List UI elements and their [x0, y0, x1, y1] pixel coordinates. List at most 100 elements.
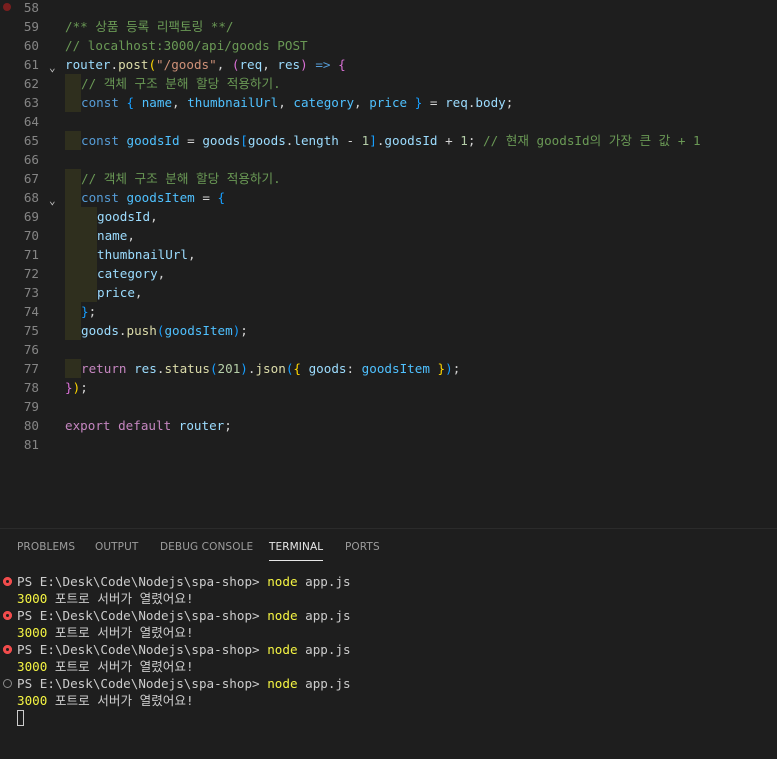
code-text: const goodsId = goods[goods.length - 1].…	[81, 133, 701, 148]
line-number: 67	[23, 171, 39, 186]
code-line[interactable]: 78 });	[0, 378, 777, 397]
code-line[interactable]: 72 category,	[0, 264, 777, 283]
gutter: 81	[0, 435, 70, 454]
code-line[interactable]: 61 ⌄ router.post("/goods", (req, res) =>…	[0, 55, 777, 74]
tab-output[interactable]: OUTPUT	[95, 541, 138, 553]
indent-guide	[81, 283, 97, 302]
code-line[interactable]: 74 };	[0, 302, 777, 321]
code-line[interactable]: 68 ⌄ const goodsItem = {	[0, 188, 777, 207]
gutter: 75	[0, 321, 70, 340]
code-line[interactable]: 81	[0, 435, 777, 454]
line-number: 70	[23, 228, 39, 243]
indent-guide	[81, 264, 97, 283]
code-line[interactable]: 59 /** 상품 등록 리팩토링 **/	[0, 17, 777, 36]
gutter: 62	[0, 74, 70, 93]
gutter: 66	[0, 150, 70, 169]
gutter: 74	[0, 302, 70, 321]
line-number: 71	[23, 247, 39, 262]
gutter: 70	[0, 226, 70, 245]
line-number: 65	[23, 133, 39, 148]
code-text: price,	[97, 285, 143, 300]
tab-debug-console[interactable]: DEBUG CONSOLE	[160, 541, 253, 553]
code-line[interactable]: 73 price,	[0, 283, 777, 302]
line-number: 68	[23, 190, 39, 205]
tab-terminal[interactable]: TERMINAL	[269, 541, 324, 561]
panel-tabs: PROBLEMS OUTPUT DEBUG CONSOLE TERMINAL P…	[0, 529, 777, 565]
gutter: 63	[0, 93, 70, 112]
gutter: 69	[0, 207, 70, 226]
gutter: 58	[0, 0, 70, 17]
indent-guide	[65, 245, 81, 264]
line-number: 76	[23, 342, 39, 357]
line-number: 59	[23, 19, 39, 34]
code-line[interactable]: 79	[0, 397, 777, 416]
code-comment: /** 상품 등록 리팩토링 **/	[65, 19, 234, 34]
line-number: 63	[23, 95, 39, 110]
code-line[interactable]: 64	[0, 112, 777, 131]
code-line[interactable]: 67 // 객체 구조 분해 할당 적용하기.	[0, 169, 777, 188]
code-text: thumbnailUrl,	[97, 247, 196, 262]
indent-guide	[81, 207, 97, 226]
indent-guide	[65, 264, 81, 283]
tab-ports[interactable]: PORTS	[345, 541, 380, 553]
code-line[interactable]: 62 // 객체 구조 분해 할당 적용하기.	[0, 74, 777, 93]
code-line[interactable]: 71 thumbnailUrl,	[0, 245, 777, 264]
gutter: 59	[0, 17, 70, 36]
code-line[interactable]: 63 const { name, thumbnailUrl, category,…	[0, 93, 777, 112]
terminal-cursor	[17, 710, 24, 726]
code-line[interactable]: 58	[0, 0, 777, 17]
code-text: const { name, thumbnailUrl, category, pr…	[81, 95, 514, 110]
line-number: 62	[23, 76, 39, 91]
code-line[interactable]: 76	[0, 340, 777, 359]
line-number: 77	[23, 361, 39, 376]
indent-guide	[65, 207, 81, 226]
line-number: 75	[23, 323, 39, 338]
terminal-prompt-line: PS E:\Desk\Code\Nodejs\spa-shop> node ap…	[0, 641, 777, 658]
code-line[interactable]: 65 const goodsId = goods[goods.length - …	[0, 131, 777, 150]
gutter: 77	[0, 359, 70, 378]
code-line[interactable]: 77 return res.status(201).json({ goods: …	[0, 359, 777, 378]
gutter: 61 ⌄	[0, 55, 70, 74]
tab-problems[interactable]: PROBLEMS	[17, 541, 75, 553]
gutter: 65	[0, 131, 70, 150]
line-number: 74	[23, 304, 39, 319]
code-line[interactable]: 80 export default router;	[0, 416, 777, 435]
indent-guide	[65, 226, 81, 245]
terminal-output-line: 3000 포트로 서버가 열렸어요!	[17, 693, 194, 708]
indent-guide	[65, 188, 81, 207]
code-comment: // 객체 구조 분해 할당 적용하기.	[81, 171, 281, 186]
gutter: 78	[0, 378, 70, 397]
gutter: 76	[0, 340, 70, 359]
gutter: 80	[0, 416, 70, 435]
code-text: goodsId,	[97, 209, 158, 224]
indent-guide	[65, 321, 81, 340]
gutter: 72	[0, 264, 70, 283]
command-failed-icon[interactable]	[3, 577, 12, 586]
line-number: 79	[23, 399, 39, 414]
command-failed-icon[interactable]	[3, 611, 12, 620]
code-line[interactable]: 66	[0, 150, 777, 169]
code-text: router.post("/goods", (req, res) => {	[65, 57, 346, 72]
indent-guide	[65, 93, 81, 112]
command-running-icon[interactable]	[3, 679, 12, 688]
code-editor[interactable]: 58 59 /** 상품 등록 리팩토링 **/ 60 // localhost…	[0, 0, 777, 528]
code-text: const goodsItem = {	[81, 190, 226, 205]
terminal-output-line: 3000 포트로 서버가 열렸어요!	[17, 591, 194, 606]
breakpoint-hint-icon[interactable]	[3, 3, 11, 11]
indent-guide	[65, 283, 81, 302]
gutter: 60	[0, 36, 70, 55]
code-text: goods.push(goodsItem);	[81, 323, 248, 338]
indent-guide	[65, 302, 81, 321]
code-text: };	[81, 304, 97, 319]
code-text: return res.status(201).json({ goods: goo…	[81, 361, 461, 376]
terminal-prompt-line: PS E:\Desk\Code\Nodejs\spa-shop> node ap…	[0, 675, 777, 692]
gutter: 67	[0, 169, 70, 188]
code-line[interactable]: 75 goods.push(goodsItem);	[0, 321, 777, 340]
code-line[interactable]: 70 name,	[0, 226, 777, 245]
code-text: category,	[97, 266, 166, 281]
code-line[interactable]: 69 goodsId,	[0, 207, 777, 226]
terminal-prompt-line: PS E:\Desk\Code\Nodejs\spa-shop> node ap…	[0, 573, 777, 590]
gutter: 79	[0, 397, 70, 416]
command-failed-icon[interactable]	[3, 645, 12, 654]
code-line[interactable]: 60 // localhost:3000/api/goods POST	[0, 36, 777, 55]
